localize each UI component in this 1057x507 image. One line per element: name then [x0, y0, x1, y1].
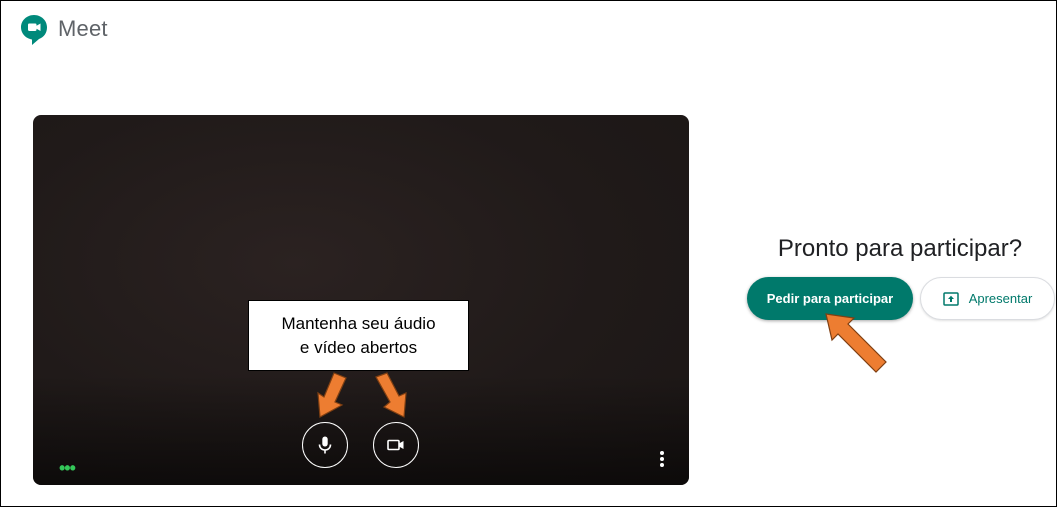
more-effects-icon[interactable]: •••	[59, 459, 76, 477]
annotation-arrow-camera	[375, 372, 407, 418]
present-button-label: Apresentar	[968, 291, 1033, 306]
videocam-icon	[387, 439, 404, 451]
microphone-icon	[318, 436, 332, 454]
annotation-arrow-mic	[317, 372, 347, 418]
app-title: Meet	[58, 16, 108, 41]
annotation-callout: Mantenha seu áudio e vídeo abertos	[248, 300, 469, 371]
ready-to-join-heading: Pronto para participar?	[777, 235, 1023, 262]
annotation-line-1: Mantenha seu áudio	[281, 313, 436, 333]
preview-gradient	[33, 375, 689, 485]
present-to-all-icon	[942, 291, 959, 306]
annotation-arrow-join	[825, 313, 887, 373]
more-vert-icon[interactable]	[658, 451, 666, 469]
camera-toggle-button[interactable]	[373, 422, 419, 468]
meet-logo-icon	[21, 15, 47, 45]
microphone-toggle-button[interactable]	[302, 422, 348, 468]
annotation-line-2: e vídeo abertos	[299, 337, 418, 357]
present-button[interactable]: Apresentar	[920, 277, 1055, 320]
